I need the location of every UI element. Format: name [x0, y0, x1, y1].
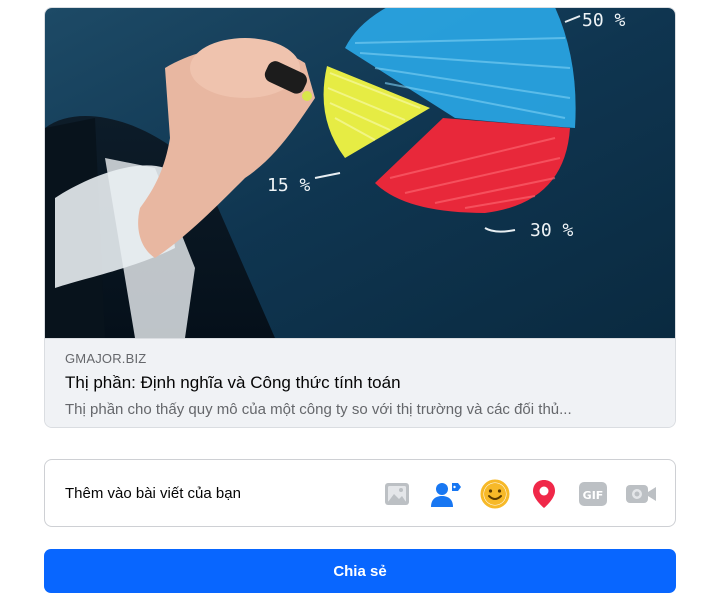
link-title[interactable]: Thị phần: Định nghĩa và Công thức tính t…: [65, 373, 401, 393]
live-video-icon[interactable]: [625, 478, 657, 510]
pie-label-30: 30 %: [530, 220, 574, 241]
link-preview-meta: GMAJOR.BIZ Thị phần: Định nghĩa và Công …: [45, 338, 675, 427]
pie-chart-photo: 50 % 15 % 30 %: [45, 8, 675, 338]
feeling-icon[interactable]: [479, 478, 511, 510]
pie-label-50: 50 %: [582, 10, 626, 31]
pie-label-15: 15 %: [267, 175, 311, 196]
link-preview-image: 50 % 15 % 30 %: [45, 8, 675, 338]
link-preview-card[interactable]: 50 % 15 % 30 % GMAJOR.BIZ Thị phần: Định…: [44, 7, 676, 428]
gif-icon[interactable]: GIF: [577, 478, 609, 510]
location-icon[interactable]: [528, 478, 560, 510]
photo-icon[interactable]: [381, 478, 413, 510]
link-description: Thị phần cho thấy quy mô của một công ty…: [65, 401, 572, 418]
share-button[interactable]: Chia sẻ: [44, 549, 676, 593]
add-to-post-label: Thêm vào bài viết của bạn: [65, 485, 241, 502]
tag-people-icon[interactable]: [430, 478, 462, 510]
link-domain: GMAJOR.BIZ: [65, 351, 147, 366]
add-to-post-bar: Thêm vào bài viết của bạn GIF: [44, 459, 676, 527]
svg-text:GIF: GIF: [583, 489, 604, 502]
